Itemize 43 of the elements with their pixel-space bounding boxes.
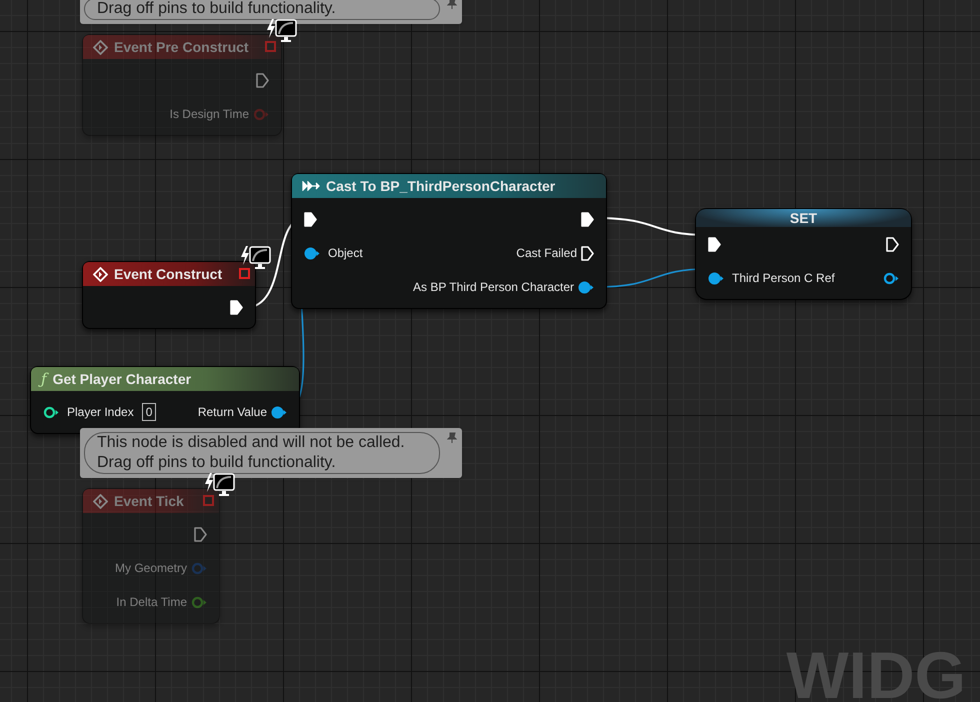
pin-label: Third Person C Ref	[732, 270, 835, 287]
pin-label: Cast Failed	[516, 245, 577, 262]
node-title: SET	[790, 208, 818, 228]
graph-node[interactable]: SET Third Person C Ref	[695, 208, 912, 300]
data-pin-icon[interactable]	[304, 246, 320, 260]
comment-text: This node is disabled and will not be called. Drag off pins to build functionality.	[84, 432, 440, 474]
data-pin-icon[interactable]	[708, 272, 724, 284]
value-field[interactable]: 0	[142, 403, 156, 421]
exec-pin-icon[interactable]	[581, 212, 594, 226]
data-pin-icon[interactable]	[578, 280, 594, 294]
graph-node[interactable]: Cast To BP_ThirdPersonCharacter Object Cast Failed As BP Third Person Character	[291, 173, 607, 309]
cast-arrow-icon	[302, 181, 320, 191]
event-diamond-icon	[93, 40, 108, 54]
node-title: Event Pre Construct	[114, 38, 249, 56]
lightning-monitor-icon	[240, 245, 272, 271]
corner-text: WIDG	[786, 642, 966, 702]
pin-label: As BP Third Person Character	[413, 279, 574, 296]
graph-node[interactable]: Event Construct	[82, 261, 256, 329]
pin-label: Player Index	[67, 404, 134, 421]
pin-label: Object	[328, 245, 363, 262]
exec-pin-icon[interactable]	[304, 212, 317, 226]
data-pin-icon[interactable]	[43, 406, 59, 418]
data-pin-icon[interactable]	[883, 272, 899, 284]
pin-icon[interactable]	[447, 432, 457, 444]
graph-node[interactable]: ƒ Get Player Character Player Index 0 Return Value	[30, 366, 300, 434]
node-title: Get Player Character	[52, 370, 192, 389]
pin-label: In Delta Time	[116, 594, 187, 611]
event-diamond-icon	[93, 494, 108, 508]
exec-pin-icon[interactable]	[581, 246, 594, 260]
node-title: Event Construct	[114, 264, 222, 284]
pin-label: Is Design Time	[170, 106, 249, 123]
exec-pin-icon[interactable]	[886, 236, 899, 252]
node-title: Event Tick	[114, 492, 184, 510]
pin-label: Return Value	[198, 404, 267, 421]
delegate-pin-icon[interactable]	[239, 268, 250, 279]
exec-pin-icon[interactable]	[708, 236, 721, 252]
event-diamond-icon	[93, 266, 108, 282]
comment-text: Drag off pins to build functionality.	[84, 0, 440, 20]
pin-icon[interactable]	[447, 0, 457, 10]
data-pin-icon[interactable]	[271, 406, 287, 418]
pin-label: My Geometry	[114, 560, 187, 577]
node-title: Cast To BP_ThirdPersonCharacter	[326, 176, 556, 196]
exec-pin-icon[interactable]	[230, 300, 243, 314]
